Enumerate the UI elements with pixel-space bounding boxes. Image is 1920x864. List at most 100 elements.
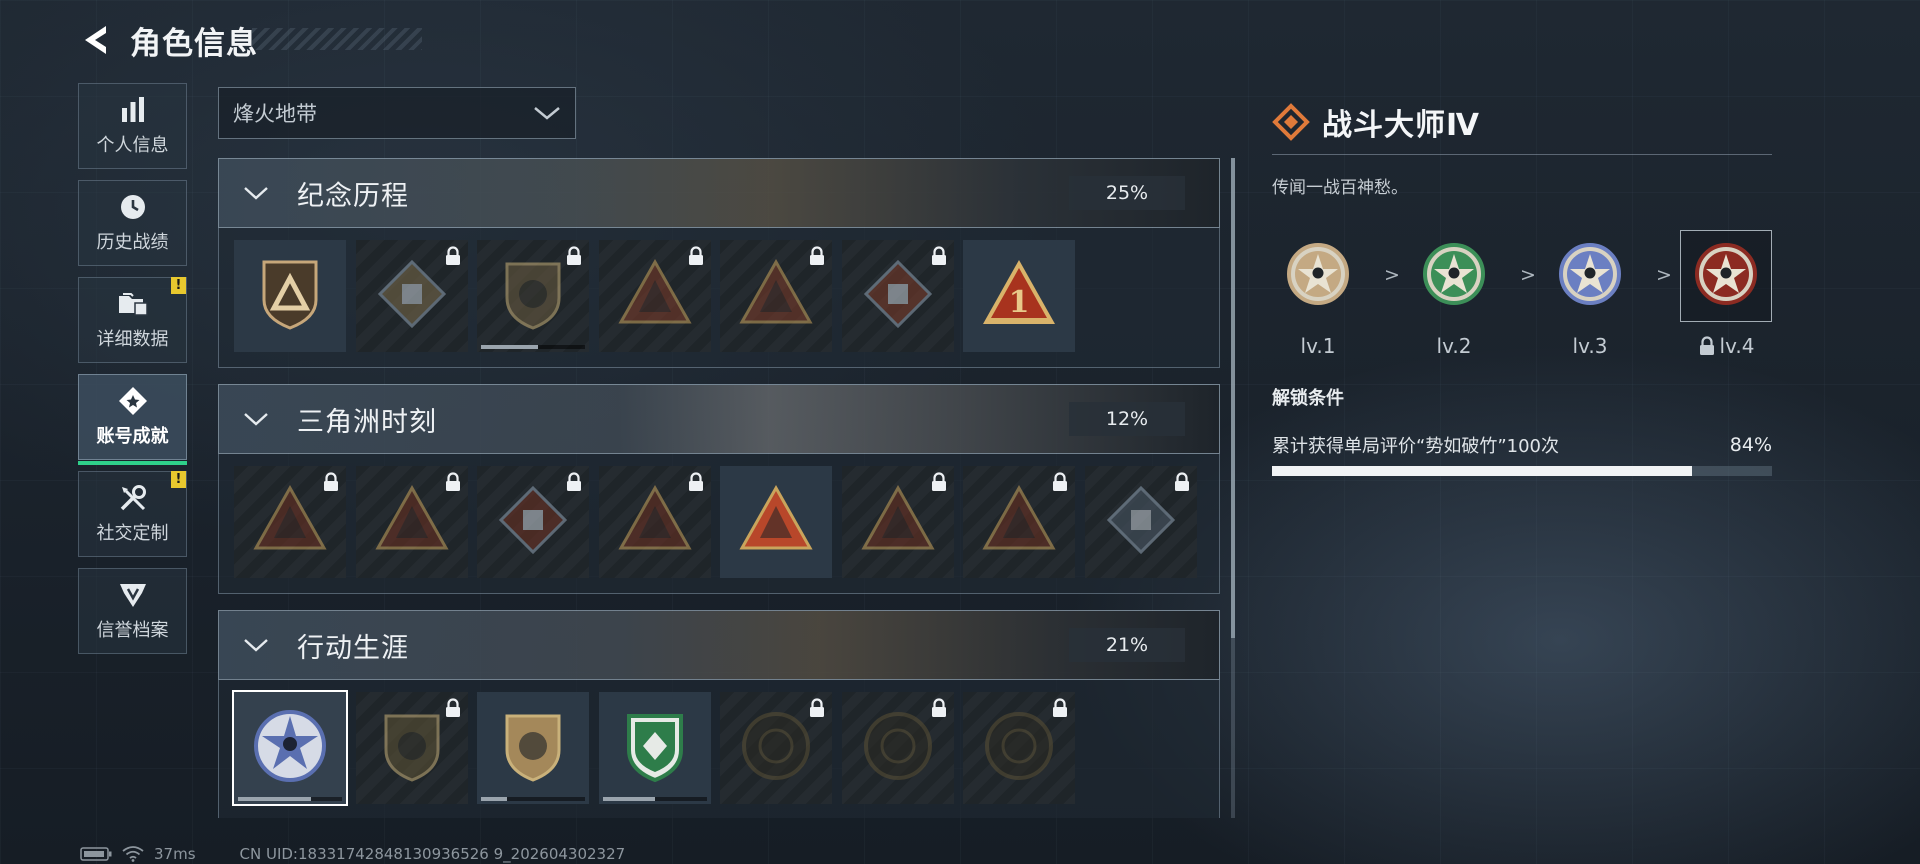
badge-grid bbox=[218, 680, 1220, 818]
level-label: lv.3 bbox=[1572, 334, 1608, 358]
bar-chart-icon bbox=[116, 95, 150, 125]
lock-icon bbox=[1051, 472, 1069, 492]
badge-progress-fill bbox=[602, 797, 655, 801]
achievement-badge[interactable] bbox=[355, 692, 468, 804]
sidebar-item-label: 账号成就 bbox=[96, 426, 169, 447]
achievement-badge[interactable] bbox=[841, 466, 954, 578]
bag-triangle-emblem-icon bbox=[250, 480, 330, 564]
sidebar-item-5[interactable]: 信誉档案 bbox=[78, 568, 187, 654]
level-label-row: lv.1 bbox=[1272, 334, 1364, 358]
achievement-section: 纪念历程 25% 1 bbox=[218, 158, 1220, 368]
achievement-badge[interactable] bbox=[477, 466, 589, 578]
achievement-badge[interactable] bbox=[841, 240, 954, 352]
back-arrow-icon bbox=[85, 26, 106, 54]
skull-triangle-emblem-icon bbox=[372, 480, 452, 564]
lock-icon bbox=[930, 246, 948, 266]
achievement-badge[interactable] bbox=[598, 692, 711, 804]
achievement-badge[interactable] bbox=[1084, 466, 1197, 578]
achievement-badge[interactable] bbox=[841, 692, 954, 804]
section-header[interactable]: 纪念历程 25% bbox=[218, 158, 1220, 228]
medal-icon bbox=[1422, 242, 1486, 310]
badge-progress-bar bbox=[481, 345, 585, 349]
player-uid: CN UID:18331742848130936526 9_2026043023… bbox=[239, 845, 626, 863]
level-label: lv.2 bbox=[1436, 334, 1472, 358]
circle-eye-emblem-icon bbox=[979, 706, 1059, 790]
level-arrow: > bbox=[1384, 264, 1400, 286]
detail-description: 传闻一战百神愁。 bbox=[1272, 178, 1408, 198]
scrollbar-thumb[interactable] bbox=[1231, 158, 1235, 638]
level-medal[interactable]: lv.1 bbox=[1272, 230, 1364, 358]
squad-triangle-emblem-icon bbox=[736, 480, 816, 564]
achievement-badge[interactable] bbox=[720, 240, 832, 352]
triangle-shield-emblem-icon bbox=[250, 254, 330, 338]
level-label: lv.4 bbox=[1719, 334, 1755, 358]
sidebar-item-4[interactable]: 社交定制! bbox=[78, 471, 187, 557]
detail-title: 战斗大师Ⅳ bbox=[1322, 108, 1480, 143]
achievement-badge[interactable] bbox=[477, 692, 589, 804]
lock-icon bbox=[444, 472, 462, 492]
orange-diamond-icon bbox=[1272, 103, 1310, 141]
badge-progress-bar bbox=[602, 797, 707, 801]
achievement-badge[interactable] bbox=[720, 692, 832, 804]
wifi-icon bbox=[122, 846, 144, 862]
hex-shield-emblem-icon bbox=[493, 254, 573, 338]
achievement-badge[interactable] bbox=[232, 690, 348, 806]
achievement-badge[interactable] bbox=[598, 240, 711, 352]
section-title: 纪念历程 bbox=[297, 180, 409, 212]
unlock-progress-bar bbox=[1272, 466, 1772, 476]
lock-icon bbox=[444, 246, 462, 266]
shield-wing-icon bbox=[116, 580, 150, 610]
lock-icon bbox=[930, 698, 948, 718]
level-label-row: lv.3 bbox=[1544, 334, 1636, 358]
achievement-badge[interactable] bbox=[963, 466, 1075, 578]
page-header: 角色信息 bbox=[78, 18, 258, 62]
circle-helmet-emblem-icon bbox=[736, 706, 816, 790]
diamond-box-emblem-icon bbox=[1101, 480, 1181, 564]
achievement-badge[interactable] bbox=[355, 240, 468, 352]
chevron-down-icon bbox=[241, 404, 271, 434]
sidebar-item-label: 社交定制 bbox=[96, 523, 169, 544]
chevron-down-icon bbox=[534, 107, 560, 120]
lock-icon bbox=[565, 472, 583, 492]
achievement-detail-panel: 战斗大师Ⅳ 传闻一战百神愁。 lv.1 > lv.2 > lv.3 > lv.4 解锁条件 … bbox=[1272, 100, 1772, 476]
section-title: 行动生涯 bbox=[297, 632, 409, 664]
achievement-badge[interactable] bbox=[234, 240, 346, 352]
achievement-badge[interactable] bbox=[598, 466, 711, 578]
lock-icon bbox=[687, 246, 705, 266]
level-progression: lv.1 > lv.2 > lv.3 > lv.4 bbox=[1272, 230, 1772, 360]
achievement-badge[interactable] bbox=[355, 466, 468, 578]
section-header[interactable]: 行动生涯 21% bbox=[218, 610, 1220, 680]
sidebar-item-0[interactable]: 个人信息 bbox=[78, 83, 187, 169]
level-medal[interactable]: lv.2 bbox=[1408, 230, 1500, 358]
lock-icon bbox=[1698, 336, 1716, 356]
back-button[interactable] bbox=[78, 22, 114, 58]
sidebar-item-1[interactable]: 历史战绩 bbox=[78, 180, 187, 266]
achievement-badge[interactable] bbox=[720, 466, 832, 578]
lock-icon bbox=[1173, 472, 1191, 492]
achievement-badge[interactable] bbox=[963, 692, 1075, 804]
level-medal[interactable]: lv.3 bbox=[1544, 230, 1636, 358]
badge-grid bbox=[218, 454, 1220, 594]
level-label: lv.1 bbox=[1300, 334, 1336, 358]
section-header[interactable]: 三角洲时刻 12% bbox=[218, 384, 1220, 454]
circle-target-emblem-icon bbox=[858, 706, 938, 790]
mode-filter-dropdown[interactable]: 烽火地带 bbox=[218, 87, 576, 139]
achievement-badge[interactable]: 1 bbox=[963, 240, 1075, 352]
level-medal[interactable]: lv.4 bbox=[1680, 230, 1772, 358]
unlock-condition-text: 累计获得单局评价“势如破竹”100次 bbox=[1272, 436, 1560, 457]
lock-icon bbox=[808, 246, 826, 266]
section-progress: 25% bbox=[1069, 176, 1185, 210]
level-medal-frame bbox=[1680, 230, 1772, 322]
achievement-badge[interactable] bbox=[477, 240, 589, 352]
achievement-section: 三角洲时刻 12% bbox=[218, 384, 1220, 594]
sidebar-item-3[interactable]: 账号成就 bbox=[78, 374, 187, 465]
badge-progress-fill bbox=[481, 797, 507, 801]
unlock-condition-row: 累计获得单局评价“势如破竹”100次 84% bbox=[1272, 432, 1772, 458]
chevron-down-icon bbox=[241, 178, 271, 208]
lock-icon bbox=[322, 472, 340, 492]
sidebar-item-2[interactable]: 详细数据! bbox=[78, 277, 187, 363]
achievement-badge[interactable] bbox=[234, 466, 346, 578]
scrollbar[interactable] bbox=[1231, 158, 1235, 818]
hands-triangle-emblem-icon bbox=[615, 480, 695, 564]
status-footer: 37ms CN UID:18331742848130936526 9_20260… bbox=[80, 845, 625, 863]
